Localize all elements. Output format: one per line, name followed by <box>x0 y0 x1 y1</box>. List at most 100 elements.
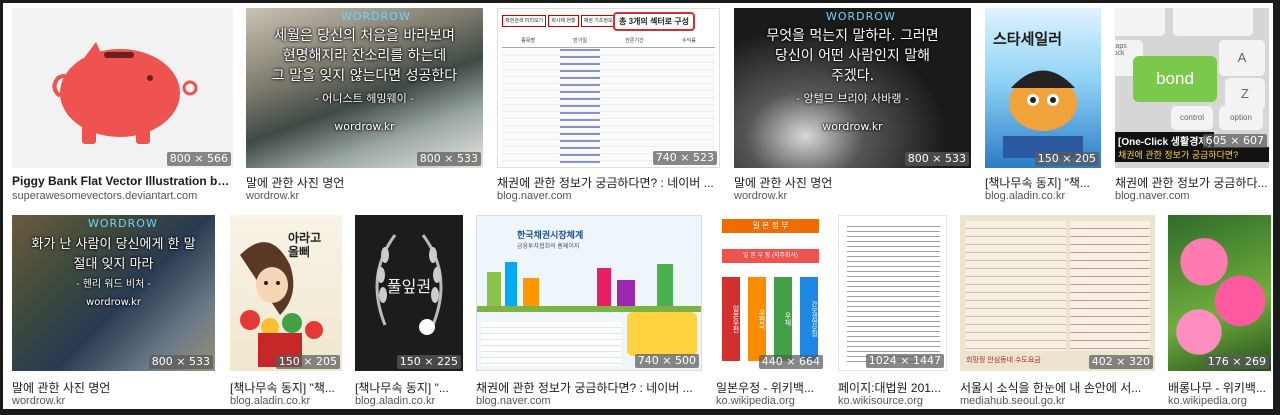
key-cap <box>1173 8 1253 36</box>
result-title[interactable]: Piggy Bank Flat Vector Illustration by s… <box>12 174 233 188</box>
diagram-row: 일 본 우 정 (지주회사) <box>722 249 819 263</box>
brand-text: wordrow.kr <box>822 120 883 133</box>
result-tile-piggy-bank[interactable]: 800 × 566 Piggy Bank Flat Vector Illustr… <box>12 8 233 203</box>
thumbnail-bond-table[interactable]: 채권검색 미리보기 회사채 현황 채권 기초정보 및 투자 총 3개의 섹터로 … <box>497 8 720 168</box>
result-domain[interactable]: ko.wikipedia.org <box>716 395 825 407</box>
result-tile-book-grass[interactable]: 풀잎권 150 × 225 [책나무속 동지] "... blog.aladin… <box>355 215 463 409</box>
image-dimensions: 1024 × 1447 <box>865 354 944 368</box>
result-tile-quote-3[interactable]: WORDROW 화가 난 사람이 당신에게 한 말 절대 잊지 마라 - 헨리 … <box>12 215 215 409</box>
key-cap: option <box>1219 106 1263 130</box>
result-domain[interactable]: wordrow.kr <box>734 190 971 202</box>
image-dimensions: 605 × 607 <box>1202 134 1267 148</box>
result-title[interactable]: 배롱나무 - 위키백... <box>1168 379 1271 396</box>
result-domain[interactable]: blog.aladin.co.kr <box>355 395 463 407</box>
image-dimensions: 402 × 320 <box>1088 355 1153 369</box>
column-header: 종목명 <box>521 38 535 44</box>
result-title[interactable]: [책나무속 동지] "책... <box>230 379 342 396</box>
result-title[interactable]: [책나무속 동지] "책... <box>985 174 1101 191</box>
result-tile-book-star-sailor[interactable]: 스타세일러 150 × 205 [책나무속 동지] "책... blog.ala… <box>985 8 1101 203</box>
result-tile-bond-table[interactable]: 채권검색 미리보기 회사채 현황 채권 기초정보 및 투자 총 3개의 섹터로 … <box>497 8 720 203</box>
result-domain[interactable]: mediahub.seoul.go.kr <box>960 395 1155 407</box>
thumbnail-book-star-sailor[interactable]: 스타세일러 150 × 205 <box>985 8 1101 168</box>
result-tile-quote-2[interactable]: WORDROW 무엇을 먹는지 말하라. 그러면 당신이 어떤 사람인지 말해 … <box>734 8 971 203</box>
mascot-box <box>627 312 697 356</box>
result-domain[interactable]: wordrow.kr <box>246 190 483 202</box>
column-header: 만기일 <box>573 38 588 44</box>
table-header: 종목명 만기일 잔존기간 수익률 <box>502 37 715 48</box>
bond-key: bond <box>1133 56 1217 102</box>
pirate-character-icon <box>1003 70 1083 158</box>
result-domain[interactable]: blog.naver.com <box>476 395 702 407</box>
callout-box: 총 3개의 섹터로 구성 <box>613 12 695 31</box>
diagram-column: 간보생명보험 <box>800 277 818 361</box>
image-dimensions: 176 × 269 <box>1204 355 1269 369</box>
image-dimensions: 440 × 664 <box>758 355 823 369</box>
thumbnail-quote-2[interactable]: WORDROW 무엇을 먹는지 말하라. 그러면 당신이 어떤 사람인지 말해 … <box>734 8 971 168</box>
site-title: 한국채권시장체계 <box>517 230 584 240</box>
image-dimensions: 740 × 500 <box>634 354 699 368</box>
result-domain[interactable]: superawesomevectors.deviantart.com <box>12 190 233 202</box>
quote-line: 세월은 당신의 처음을 바라보며 <box>274 28 455 44</box>
thumbnail-wikisource[interactable]: 1024 × 1447 <box>838 215 947 371</box>
result-tile-crape-myrtle[interactable]: 176 × 269 배롱나무 - 위키백... ko.wikipedia.org <box>1168 215 1271 409</box>
result-title[interactable]: 채권에 관한 정보가 궁금하다면? : 네이버 ... <box>476 379 702 396</box>
result-domain[interactable]: blog.naver.com <box>497 190 720 202</box>
quote-author: - 앙텔므 브리야 사바랭 - <box>796 92 909 105</box>
result-tile-quote-1[interactable]: WORDROW 세월은 당신의 처음을 바라보며 현명해지라 잔소리를 하는데 … <box>246 8 483 203</box>
result-domain[interactable]: blog.aladin.co.kr <box>985 190 1101 202</box>
result-tile-book-arago[interactable]: 아라고 올삐 150 × 205 [책나무속 동지] "책... blog.al… <box>230 215 342 409</box>
bill-form <box>966 221 1066 351</box>
thumbnail-crape-myrtle[interactable]: 176 × 269 <box>1168 215 1271 371</box>
result-tile-japan-post[interactable]: 일 본 정 부 일 본 우 정 (지주회사) 일본우편 우편국 우체 간보생명보… <box>716 215 825 409</box>
quote-line: 화가 난 사람이 당신에게 한 말 <box>31 237 196 252</box>
result-title[interactable]: 일본우정 - 위키백... <box>716 379 825 396</box>
quote-line: 당신이 어떤 사람인지 말해 <box>774 48 931 64</box>
brand-text: wordrow.kr <box>334 120 395 133</box>
thumbnail-water-bill[interactable]: 희망정 안심동네 수도요금 402 × 320 <box>960 215 1155 371</box>
result-tile-wikisource[interactable]: 1024 × 1447 페이지:대법원 201... ko.wikisource… <box>838 215 947 409</box>
image-dimensions: 150 × 205 <box>1034 152 1099 166</box>
result-title[interactable]: 서울시 소식을 한눈에 내 손안에 서... <box>960 379 1155 396</box>
result-title[interactable]: [책나무속 동지] "... <box>355 379 463 396</box>
result-title[interactable]: 말에 관한 사진 명언 <box>246 174 483 191</box>
column-header: 잔존기간 <box>625 38 644 44</box>
result-title[interactable]: 말에 관한 사진 명언 <box>734 174 971 191</box>
wordrow-badge: WORDROW <box>88 217 158 230</box>
document-text-lines <box>847 226 940 362</box>
result-domain[interactable]: blog.aladin.co.kr <box>230 395 342 407</box>
thumbnail-quote-1[interactable]: WORDROW 세월은 당신의 처음을 바라보며 현명해지라 잔소리를 하는데 … <box>246 8 483 168</box>
bill-form <box>1070 221 1150 351</box>
result-domain[interactable]: ko.wikisource.org <box>838 395 947 407</box>
result-domain[interactable]: wordrow.kr <box>12 395 215 407</box>
image-dimensions: 800 × 533 <box>148 355 213 369</box>
girl-character-icon <box>240 242 323 367</box>
image-dimensions: 800 × 533 <box>904 152 969 166</box>
thumbnail-japan-post[interactable]: 일 본 정 부 일 본 우 정 (지주회사) 일본우편 우편국 우체 간보생명보… <box>716 215 825 371</box>
result-title[interactable]: 페이지:대법원 201... <box>838 379 947 396</box>
thumbnail-bond-keyboard[interactable]: caps lock A bond Z control option [One-C… <box>1115 8 1269 168</box>
wordrow-badge: WORDROW <box>341 10 411 23</box>
diagram-column: 우편국 <box>748 277 766 361</box>
diagram-column: 일본우편 <box>722 277 740 361</box>
wordrow-badge: WORDROW <box>826 10 896 23</box>
column-header: 수익률 <box>682 38 696 44</box>
diagram-column: 우체 <box>774 277 792 361</box>
thumbnail-bond-website[interactable]: 한국채권시장체계 금융투자협회의 홈페이지 740 × 500 <box>476 215 702 371</box>
result-domain[interactable]: blog.naver.com <box>1115 190 1269 202</box>
result-tile-bond-website[interactable]: 한국채권시장체계 금융투자협회의 홈페이지 740 × 500 채권에 관한 정… <box>476 215 702 409</box>
result-tile-water-bill[interactable]: 희망정 안심동네 수도요금 402 × 320 서울시 소식을 한눈에 내 손안… <box>960 215 1155 409</box>
bill-stamp: 희망정 안심동네 수도요금 <box>966 357 1041 364</box>
content-area <box>481 322 621 366</box>
result-title[interactable]: 채권에 관한 정보가 궁금하다면? : 네이버 ... <box>497 174 720 191</box>
result-title[interactable]: 채권에 관한 정보가 궁금하다... <box>1115 174 1269 191</box>
table-column-highlight <box>560 49 600 163</box>
thumbnail-quote-3[interactable]: WORDROW 화가 난 사람이 당신에게 한 말 절대 잊지 마라 - 헨리 … <box>12 215 215 371</box>
thumbnail-book-arago[interactable]: 아라고 올삐 150 × 205 <box>230 215 342 371</box>
thumbnail-book-grass[interactable]: 풀잎권 150 × 225 <box>355 215 463 371</box>
thumbnail-piggy-bank[interactable]: 800 × 566 <box>12 8 233 168</box>
result-domain[interactable]: ko.wikipedia.org <box>1168 395 1271 407</box>
quote-line: 절대 잊지 마라 <box>73 257 154 272</box>
image-results-grid: 800 × 566 Piggy Bank Flat Vector Illustr… <box>3 3 1273 409</box>
result-tile-bond-keyboard[interactable]: caps lock A bond Z control option [One-C… <box>1115 8 1269 203</box>
result-title[interactable]: 말에 관한 사진 명언 <box>12 379 215 396</box>
